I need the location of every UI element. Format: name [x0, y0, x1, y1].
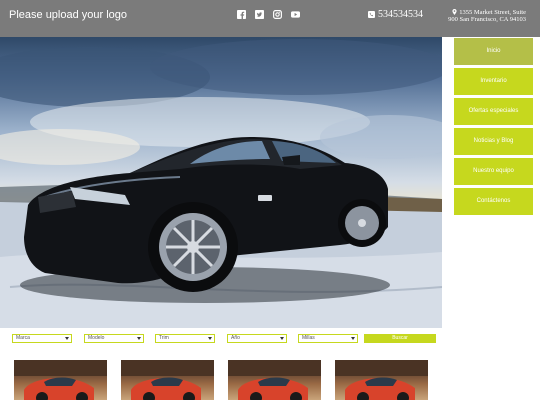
trim-select[interactable]: Trim: [155, 334, 215, 343]
twitter-icon[interactable]: [255, 10, 264, 19]
instagram-icon[interactable]: [273, 10, 282, 19]
address-line-1: 1355 Market Street, Suite: [459, 9, 526, 16]
facebook-icon[interactable]: [237, 10, 246, 19]
listing-thumbnail[interactable]: [335, 360, 428, 400]
hero-image: [0, 37, 442, 328]
phone-text: 534534534: [378, 9, 423, 20]
model-select-value: Modelo: [88, 335, 105, 341]
model-select[interactable]: Modelo: [84, 334, 144, 343]
hero-car-illustration: [0, 39, 442, 328]
site-header: Please upload your logo 534534534 1355 M…: [0, 0, 540, 37]
nav-item-equipo[interactable]: Nuestro equipo: [454, 158, 533, 185]
logo-placeholder[interactable]: Please upload your logo: [9, 9, 127, 21]
nav-item-inicio[interactable]: Inicio: [454, 38, 533, 65]
chevron-down-icon: [65, 337, 69, 340]
mileage-select[interactable]: Millas: [298, 334, 358, 343]
year-select[interactable]: Año: [227, 334, 287, 343]
map-pin-icon: [452, 9, 457, 15]
listing-thumbnail[interactable]: [14, 360, 107, 400]
nav-item-contacto[interactable]: Contáctenos: [454, 188, 533, 215]
trim-select-value: Trim: [159, 335, 169, 341]
nav-item-ofertas[interactable]: Ofertas especiales: [454, 98, 533, 125]
chevron-down-icon: [137, 337, 141, 340]
mileage-select-value: Millas: [302, 335, 315, 341]
nav-item-noticias[interactable]: Noticias y Blog: [454, 128, 533, 155]
phone-number[interactable]: 534534534: [368, 9, 423, 20]
social-links: [237, 10, 300, 19]
address: 1355 Market Street, Suite 900 San Franci…: [432, 9, 526, 23]
make-select[interactable]: Marca: [12, 334, 72, 343]
thumbnail-car-image: [335, 360, 428, 400]
year-select-value: Año: [231, 335, 240, 341]
phone-icon: [368, 11, 375, 18]
address-line-2: 900 San Francisco, CA 94103: [448, 16, 526, 23]
youtube-icon[interactable]: [291, 10, 300, 19]
search-button[interactable]: Buscar: [364, 334, 436, 343]
listing-thumbnail[interactable]: [228, 360, 321, 400]
thumbnail-car-image: [14, 360, 107, 400]
chevron-down-icon: [351, 337, 355, 340]
chevron-down-icon: [280, 337, 284, 340]
nav-item-inventario[interactable]: Inventario: [454, 68, 533, 95]
thumbnail-car-image: [121, 360, 214, 400]
make-select-value: Marca: [16, 335, 30, 341]
listing-thumbnail[interactable]: [121, 360, 214, 400]
thumbnail-car-image: [228, 360, 321, 400]
search-filters: Marca Modelo Trim Año Millas Buscar: [12, 334, 436, 344]
sidebar-nav: Inicio Inventario Ofertas especiales Not…: [454, 38, 533, 218]
chevron-down-icon: [208, 337, 212, 340]
